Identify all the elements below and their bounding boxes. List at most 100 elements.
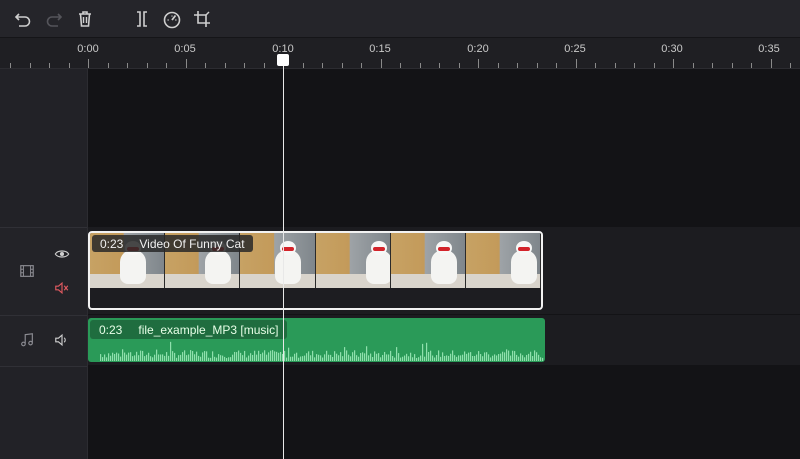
waveform-bar — [280, 351, 282, 361]
eye-icon[interactable] — [53, 245, 71, 263]
ruler-label: 0:35 — [758, 43, 780, 55]
waveform-bar — [448, 355, 450, 361]
waveform-bar — [186, 355, 188, 361]
waveform-bar — [496, 355, 498, 361]
ruler-tick — [478, 59, 479, 68]
ruler-tick — [556, 63, 557, 68]
waveform-bar — [466, 353, 468, 361]
undo-button[interactable] — [10, 6, 36, 32]
waveform-bar — [500, 353, 502, 361]
waveform-bar — [174, 352, 176, 361]
waveform-bar — [308, 351, 310, 361]
waveform-bar — [230, 357, 232, 361]
waveform-bar — [292, 356, 294, 361]
waveform-bar — [132, 356, 134, 361]
ruler-tick — [498, 63, 499, 68]
waveform-bar — [158, 354, 160, 361]
waveform-bar — [532, 356, 534, 361]
waveform-bar — [436, 355, 438, 361]
waveform-bar — [296, 352, 298, 361]
waveform-bar — [470, 352, 472, 361]
waveform-bar — [122, 349, 124, 361]
waveform-bar — [226, 357, 228, 361]
ruler-tick — [712, 63, 713, 68]
waveform-bar — [400, 357, 402, 361]
waveform-bar — [440, 356, 442, 361]
waveform-bar — [412, 357, 414, 361]
clip-duration: 0:23 — [99, 322, 123, 337]
waveform-bar — [430, 350, 432, 361]
waveform-bar — [298, 357, 300, 361]
waveform-bar — [244, 350, 246, 361]
ruler-label: 0:30 — [661, 43, 683, 55]
waveform-bar — [228, 357, 230, 361]
waveform-bar — [486, 352, 488, 361]
waveform-bar — [384, 351, 386, 361]
split-button[interactable] — [129, 6, 155, 32]
waveform-bar — [422, 343, 424, 361]
waveform-bar — [518, 356, 520, 361]
waveform-bar — [220, 355, 222, 361]
waveform-bar — [410, 352, 412, 361]
waveform-bar — [102, 357, 104, 361]
speed-button[interactable] — [159, 6, 185, 32]
waveform-bar — [464, 351, 466, 361]
video-thumbnail — [465, 233, 541, 288]
waveform-bar — [114, 354, 116, 361]
waveform-bar — [504, 352, 506, 361]
waveform-bar — [484, 352, 486, 361]
waveform-bar — [130, 352, 132, 361]
mute-speaker-icon[interactable] — [53, 279, 71, 297]
waveform-bar — [428, 351, 430, 361]
timeline-ruler[interactable]: 0:00 0:05 0:10 0:15 0:20 0:25 0:30 0:35 — [0, 38, 800, 69]
ruler-tick — [186, 59, 187, 68]
waveform-bar — [476, 354, 478, 361]
waveform-bar — [136, 351, 138, 361]
waveform-bar — [178, 355, 180, 361]
ruler-tick — [771, 59, 772, 68]
ruler-tick — [790, 63, 791, 68]
waveform-bar — [160, 354, 162, 361]
toolbar — [0, 0, 800, 38]
waveform-bar — [238, 350, 240, 361]
waveform-bar — [404, 355, 406, 361]
waveform-bar — [272, 350, 274, 361]
waveform-bar — [416, 357, 418, 361]
waveform-bar — [224, 356, 226, 361]
waveform-bar — [306, 353, 308, 361]
waveform-bar — [262, 352, 264, 361]
waveform-bar — [274, 351, 276, 361]
speaker-icon[interactable] — [53, 331, 71, 349]
waveform-bar — [128, 352, 130, 361]
ruler-tick — [732, 63, 733, 68]
waveform-bar — [300, 356, 302, 361]
audio-clip[interactable]: 0:23 file_example_MP3 [music] — [88, 318, 545, 362]
waveform-bar — [252, 354, 254, 361]
video-clip[interactable]: 0:23 Video Of Funny Cat — [88, 231, 543, 310]
crop-button[interactable] — [189, 6, 215, 32]
waveform-bar — [372, 357, 374, 361]
waveform-bar — [118, 353, 120, 361]
waveform-bar — [398, 353, 400, 361]
waveform-bar — [376, 353, 378, 361]
ruler-tick — [205, 63, 206, 68]
waveform-bar — [330, 354, 332, 361]
redo-button[interactable] — [41, 6, 67, 32]
waveform-bar — [266, 354, 268, 361]
waveform-bar — [516, 354, 518, 361]
waveform-bar — [354, 350, 356, 361]
waveform-bar — [494, 354, 496, 361]
ruler-tick — [751, 63, 752, 68]
delete-button[interactable] — [72, 6, 98, 32]
speed-icon — [163, 11, 181, 29]
playhead-handle[interactable] — [277, 54, 289, 66]
waveform-bar — [310, 355, 312, 361]
waveform-bar — [318, 354, 320, 361]
audio-track-header — [0, 315, 87, 367]
ruler-label: 0:05 — [174, 43, 196, 55]
waveform-bar — [432, 355, 434, 361]
waveform-bar — [180, 354, 182, 361]
ruler-tick — [108, 63, 109, 68]
waveform-bar — [232, 354, 234, 361]
waveform-bar — [154, 354, 156, 361]
